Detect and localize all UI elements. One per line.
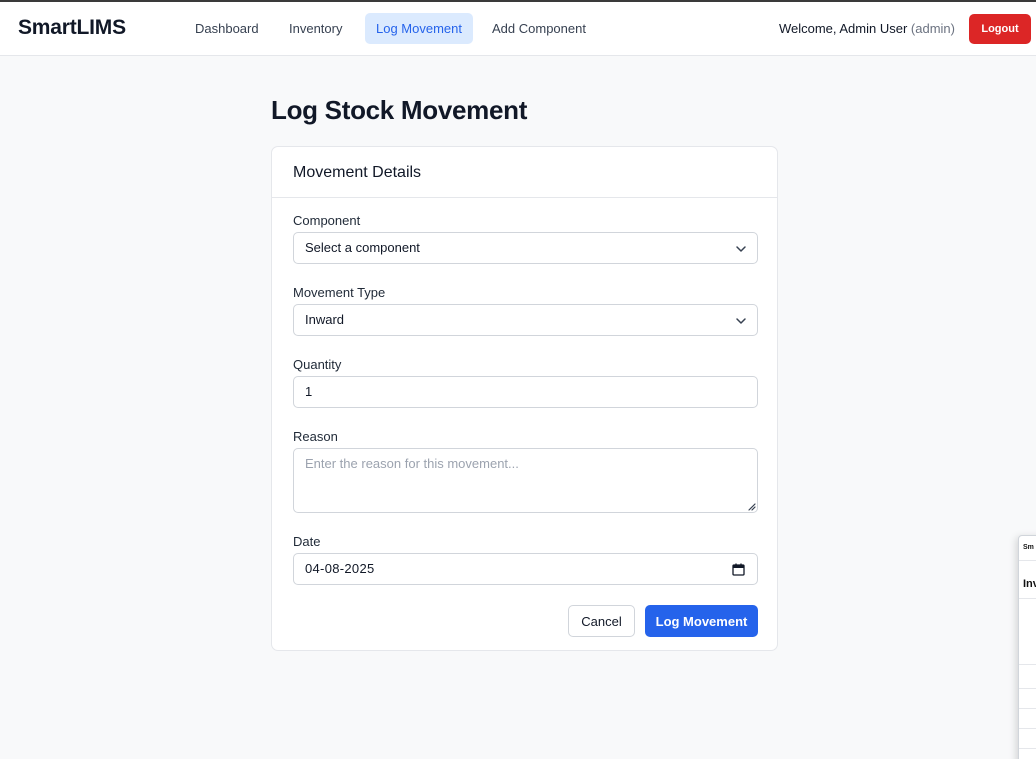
- chevron-down-icon: [736, 246, 746, 252]
- overlay-divider: [1019, 748, 1036, 749]
- quantity-label: Quantity: [293, 357, 342, 372]
- nav-item-log-movement[interactable]: Log Movement: [365, 13, 473, 44]
- welcome-text: Welcome, Admin User: [778, 21, 908, 36]
- date-input[interactable]: 04-08-2025: [293, 553, 758, 585]
- welcome-message: Welcome, Admin User (admin): [779, 21, 955, 36]
- card-title: Movement Details: [272, 147, 777, 198]
- chevron-down-icon: [736, 318, 746, 324]
- nav-item-inventory[interactable]: Inventory: [278, 13, 353, 44]
- reason-field-wrapper: [293, 448, 758, 513]
- date-value: 04-08-2025: [305, 561, 375, 576]
- overlay-divider: [1019, 598, 1036, 599]
- page-title: Log Stock Movement: [271, 95, 528, 125]
- overlay-divider: [1019, 560, 1036, 561]
- nav-item-add-component[interactable]: Add Component: [481, 13, 597, 44]
- component-select-value: Select a component: [305, 240, 420, 255]
- movement-type-select-value: Inward: [305, 312, 345, 327]
- quantity-input[interactable]: 1: [293, 376, 758, 408]
- overlay-divider: [1019, 688, 1036, 689]
- movement-type-select[interactable]: Inward: [293, 304, 758, 336]
- log-movement-button[interactable]: Log Movement: [645, 605, 758, 637]
- logout-button[interactable]: Logout: [969, 14, 1031, 44]
- overlay-divider: [1019, 664, 1036, 665]
- overlay-brand: Sm: [1023, 544, 1034, 551]
- component-label: Component: [293, 213, 361, 228]
- overlay-divider: [1019, 708, 1036, 709]
- user-role: (admin): [910, 21, 955, 36]
- movement-details-card: Movement Details Component Select a comp…: [271, 146, 778, 651]
- reason-textarea[interactable]: [293, 448, 758, 513]
- movement-type-label: Movement Type: [293, 285, 386, 300]
- overlay-divider: [1019, 728, 1036, 729]
- overlay-title: Inv: [1023, 578, 1036, 590]
- cancel-button[interactable]: Cancel: [568, 605, 635, 637]
- app-brand[interactable]: SmartLIMS: [18, 16, 126, 40]
- quantity-value: 1: [305, 384, 313, 399]
- overlay-window-thumbnail[interactable]: Sm Inv: [1018, 535, 1036, 759]
- date-label: Date: [293, 534, 321, 549]
- calendar-icon[interactable]: [732, 563, 745, 576]
- component-select[interactable]: Select a component: [293, 232, 758, 264]
- resize-handle-icon[interactable]: [746, 501, 756, 511]
- top-navbar: SmartLIMS Dashboard Inventory Log Moveme…: [0, 2, 1036, 56]
- nav-item-dashboard[interactable]: Dashboard: [184, 13, 270, 44]
- reason-label: Reason: [293, 429, 338, 444]
